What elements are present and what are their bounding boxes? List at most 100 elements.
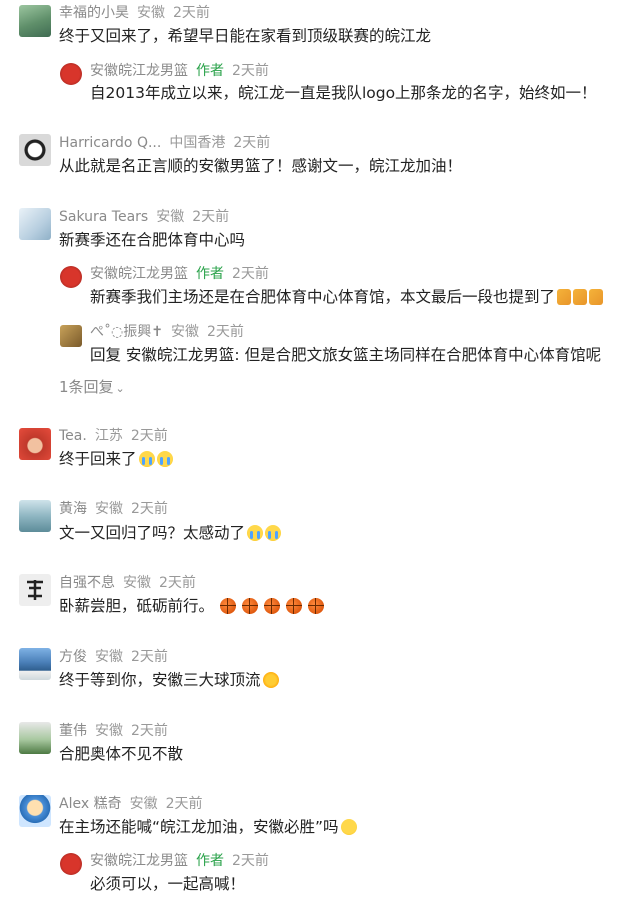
comment-text: 文一又回归了吗？太感动了 xyxy=(59,522,282,544)
crying-emoji-icon xyxy=(156,451,173,467)
reply-location: 安徽 xyxy=(170,324,199,340)
comment-meta: 方俊 安徽 2天前 xyxy=(59,648,168,666)
comment-author[interactable]: 幸福的小昊 xyxy=(59,5,129,21)
basketball-emoji-icon xyxy=(286,598,303,614)
comment-text: 在主场还能喊“皖江龙加油，安徽必胜”吗 xyxy=(59,816,357,838)
comment-meta: Tea. 江苏 2天前 xyxy=(59,427,168,445)
author-badge: 作者 xyxy=(196,63,224,79)
calligraphy-icon xyxy=(27,580,43,600)
comment-meta: 黄海 安徽 2天前 xyxy=(59,500,168,518)
comment-time: 2天前 xyxy=(192,209,230,225)
reply-meta: ぺ˚◌振興✝ 安徽 2天前 xyxy=(90,323,244,341)
avatar[interactable] xyxy=(19,722,51,754)
reply-time: 2天前 xyxy=(206,324,244,340)
more-replies-label: 1条回复 xyxy=(59,378,114,396)
comment-time: 2天前 xyxy=(131,501,168,517)
comment-time: 2天前 xyxy=(131,649,168,665)
team-logo-avatar[interactable] xyxy=(60,63,82,85)
comment-text: 终于回来了 xyxy=(59,448,173,470)
comment-text-content: 在主场还能喊“皖江龙加油，安徽必胜”吗 xyxy=(59,818,339,836)
comment-author[interactable]: 董伟 xyxy=(59,723,87,739)
comment-meta: 幸福的小昊 安徽 2天前 xyxy=(59,4,210,22)
crying-emoji-icon xyxy=(265,525,282,541)
sun-emoji-icon xyxy=(262,672,279,688)
reply-text: 必须可以，一起高喊！ xyxy=(90,875,246,893)
chevron-down-icon: ⌄ xyxy=(115,382,125,395)
comment-author[interactable]: Alex 糕奇 xyxy=(59,796,122,812)
comment-meta: 董伟 安徽 2天前 xyxy=(59,722,168,740)
avatar[interactable] xyxy=(19,795,51,827)
comment-text-content: 文一又回归了吗？太感动了 xyxy=(59,524,246,542)
comment-text: 终于又回来了，希望早日能在家看到顶级联赛的皖江龙 xyxy=(59,27,432,45)
basketball-emoji-icon xyxy=(308,598,325,614)
comment-text: 从此就是名正言顺的安徽男篮了！感谢文一，皖江龙加油！ xyxy=(59,157,463,175)
comment-text-content: 终于等到你，安徽三大球顶流 xyxy=(59,671,261,689)
comment-location: 安徽 xyxy=(137,5,165,21)
reply-author[interactable]: 安徽皖江龙男篮 xyxy=(90,63,188,79)
comment-text: 新赛季还在合肥体育中心吗 xyxy=(59,231,246,249)
author-badge: 作者 xyxy=(196,266,224,282)
basketball-emoji-icon xyxy=(220,598,237,614)
comment-location: 安徽 xyxy=(129,796,158,812)
reply-text: 新赛季我们主场还是在合肥体育中心体育馆，本文最后一段也提到了 xyxy=(90,286,604,308)
basketball-emoji-icon xyxy=(264,598,281,614)
comment-meta: Harricardo Q... 中国香港 2天前 xyxy=(59,134,270,152)
comment-location: 安徽 xyxy=(95,723,123,739)
avatar[interactable] xyxy=(19,648,51,680)
comment-text-content: 卧薪尝胆，砥砺前行。 xyxy=(59,597,215,615)
comment-location: 安徽 xyxy=(95,501,123,517)
avatar[interactable] xyxy=(19,500,51,532)
crying-emoji-icon xyxy=(247,525,264,541)
reply-meta: 安徽皖江龙男篮 作者 2天前 xyxy=(90,265,269,283)
laughing-emoji-icon xyxy=(340,819,357,835)
comment-location: 中国香港 xyxy=(169,135,226,151)
comment-time: 2天前 xyxy=(131,723,168,739)
reply-meta: 安徽皖江龙男篮 作者 2天前 xyxy=(90,62,269,80)
comment-author[interactable]: 黄海 xyxy=(59,501,87,517)
comment-text: 终于等到你，安徽三大球顶流 xyxy=(59,669,279,691)
avatar[interactable] xyxy=(19,574,51,606)
reply-text: 自2013年成立以来，皖江龙一直是我队logo上那条龙的名字，始终如一！ xyxy=(90,84,597,102)
comment-author[interactable]: Tea. xyxy=(59,428,87,444)
avatar[interactable] xyxy=(19,5,51,37)
pray-emoji-icon xyxy=(557,289,572,305)
avatar[interactable] xyxy=(19,208,51,240)
reply-time: 2天前 xyxy=(232,853,269,869)
comment-time: 2天前 xyxy=(159,575,196,591)
comment-author[interactable]: Sakura Tears xyxy=(59,209,148,225)
comment-location: 江苏 xyxy=(94,428,123,444)
view-more-replies-link[interactable]: 1条回复 ⌄ xyxy=(59,377,125,399)
comment-text: 卧薪尝胆，砥砺前行。 xyxy=(59,595,325,617)
reply-time: 2天前 xyxy=(232,63,269,79)
avatar[interactable] xyxy=(19,428,51,460)
pray-emoji-icon xyxy=(589,289,604,305)
comment-author[interactable]: Harricardo Q... xyxy=(59,135,161,151)
reply-author[interactable]: ぺ˚◌振興✝ xyxy=(90,324,163,340)
comment-location: 安徽 xyxy=(123,575,151,591)
reply-text-content: 新赛季我们主场还是在合肥体育中心体育馆，本文最后一段也提到了 xyxy=(90,288,556,306)
team-logo-avatar[interactable] xyxy=(60,853,82,875)
reply-author[interactable]: 安徽皖江龙男篮 xyxy=(90,853,188,869)
comment-author[interactable]: 方俊 xyxy=(59,649,87,665)
reply-meta: 安徽皖江龙男篮 作者 2天前 xyxy=(90,852,269,870)
comment-text-content: 终于回来了 xyxy=(59,450,137,468)
avatar[interactable] xyxy=(60,325,82,347)
comment-author[interactable]: 自强不息 xyxy=(59,575,115,591)
reply-text: 回复 安徽皖江龙男篮: 但是合肥文旅女篮主场同样在合肥体育中心体育馆呢 xyxy=(90,346,602,364)
avatar[interactable] xyxy=(19,134,51,166)
pray-emoji-icon xyxy=(573,289,588,305)
reply-author[interactable]: 安徽皖江龙男篮 xyxy=(90,266,188,282)
team-logo-avatar[interactable] xyxy=(60,266,82,288)
comment-text: 合肥奥体不见不散 xyxy=(59,745,184,763)
crying-emoji-icon xyxy=(138,451,155,467)
comment-time: 2天前 xyxy=(173,5,210,21)
comment-meta: 自强不息 安徽 2天前 xyxy=(59,574,196,592)
comment-location: 安徽 xyxy=(95,649,123,665)
comment-location: 安徽 xyxy=(156,209,185,225)
comment-time: 2天前 xyxy=(165,796,203,812)
comment-time: 2天前 xyxy=(233,135,271,151)
comment-meta: Sakura Tears 安徽 2天前 xyxy=(59,208,229,226)
basketball-emoji-icon xyxy=(242,598,259,614)
reply-time: 2天前 xyxy=(232,266,269,282)
comment-time: 2天前 xyxy=(130,428,168,444)
